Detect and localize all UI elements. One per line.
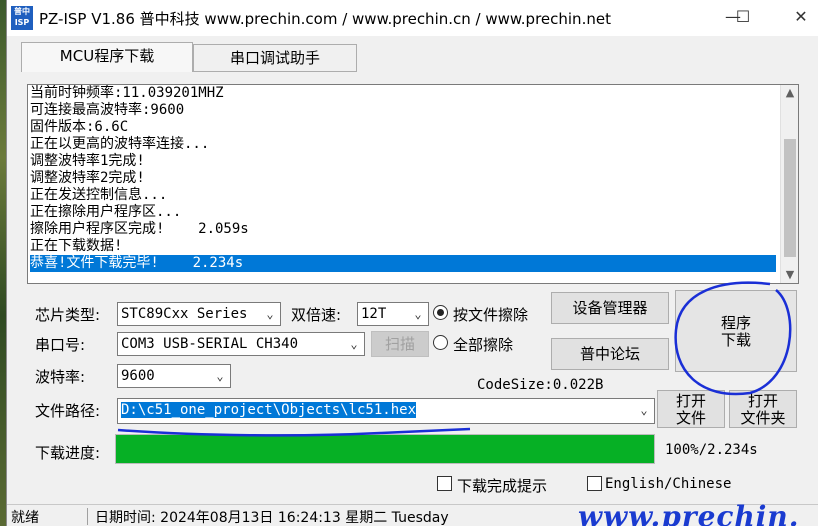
annotation-circle xyxy=(674,281,792,396)
annotation-overlay xyxy=(117,281,792,437)
annotation-underline xyxy=(117,427,471,437)
watermark-text: www.prechin. xyxy=(578,500,800,526)
